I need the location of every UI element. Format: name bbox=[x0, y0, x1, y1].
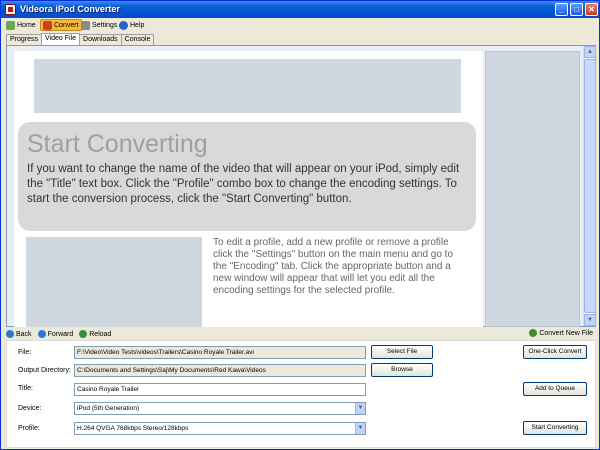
minimize-button[interactable]: _ bbox=[555, 3, 568, 16]
forward-label: Forward bbox=[47, 330, 74, 338]
file-field[interactable]: F:\Video\Video Tests\videos\Trailers\Cas… bbox=[74, 346, 366, 359]
vertical-scrollbar[interactable]: ▲ ▼ bbox=[583, 46, 596, 326]
reload-icon bbox=[79, 330, 88, 338]
chevron-down-icon[interactable]: ▼ bbox=[355, 423, 365, 434]
select-file-button[interactable]: Select File bbox=[371, 345, 433, 359]
start-converting-button[interactable]: Start Converting bbox=[523, 421, 587, 435]
banner-image bbox=[34, 59, 461, 113]
browse-button[interactable]: Browse bbox=[371, 363, 433, 377]
home-icon bbox=[6, 20, 15, 30]
help-icon bbox=[119, 20, 128, 30]
maximize-button[interactable]: □ bbox=[570, 3, 583, 16]
start-converting-callout: Start Converting If you want to change t… bbox=[18, 122, 476, 231]
forward-arrow-icon bbox=[37, 330, 46, 338]
forward-button[interactable]: Forward bbox=[37, 330, 74, 338]
right-pane-image bbox=[485, 51, 580, 327]
menu-help-label: Help bbox=[130, 21, 145, 29]
content-frame: Start Converting If you want to change t… bbox=[6, 45, 596, 327]
app-logo-icon bbox=[5, 4, 16, 15]
window-title: Videora iPod Converter bbox=[20, 4, 120, 14]
profile-help-text: To edit a profile, add a new profile or … bbox=[213, 237, 454, 296]
menu-home-label: Home bbox=[17, 21, 36, 29]
convert-new-label: Convert New File bbox=[539, 329, 593, 337]
settings-icon bbox=[81, 20, 90, 30]
output-directory-label: Output Directory: bbox=[18, 367, 71, 374]
output-directory-field[interactable]: C:\Documents and Settings\Saj\My Documen… bbox=[74, 364, 366, 377]
tab-strip: Progress Video File Downloads Console bbox=[6, 33, 155, 45]
device-select[interactable]: iPod (5th Generation) ▼ bbox=[74, 402, 366, 415]
device-value: iPod (5th Generation) bbox=[77, 405, 140, 412]
tab-downloads[interactable]: Downloads bbox=[79, 34, 122, 45]
tab-console[interactable]: Console bbox=[120, 34, 155, 45]
convert-new-icon bbox=[529, 329, 538, 337]
reload-label: Reload bbox=[89, 330, 112, 338]
convert-icon bbox=[43, 20, 52, 30]
one-click-convert-button[interactable]: One-Click Convert bbox=[523, 345, 587, 359]
file-label: File: bbox=[18, 349, 32, 356]
menu-help[interactable]: Help bbox=[117, 19, 146, 31]
info-page: Start Converting If you want to change t… bbox=[14, 51, 483, 327]
nav-toolbar: Back Forward Reload Convert New File bbox=[6, 328, 596, 340]
tab-progress[interactable]: Progress bbox=[6, 34, 43, 45]
menu-settings[interactable]: Settings bbox=[79, 19, 119, 31]
menu-convert-label: Convert bbox=[54, 21, 79, 29]
close-button[interactable]: ✕ bbox=[585, 3, 598, 16]
menu-settings-label: Settings bbox=[92, 21, 118, 29]
menu-bar: Home Convert Settings Help bbox=[1, 18, 599, 32]
page-heading: Start Converting bbox=[27, 130, 208, 158]
convert-new-file-button[interactable]: Convert New File bbox=[529, 329, 593, 337]
device-label: Device: bbox=[18, 405, 42, 412]
title-label: Title: bbox=[18, 385, 33, 392]
app-window: Videora iPod Converter _ □ ✕ Home Conver… bbox=[0, 0, 600, 450]
scroll-up-icon[interactable]: ▲ bbox=[584, 46, 596, 58]
back-label: Back bbox=[16, 330, 32, 338]
side-image bbox=[26, 237, 202, 327]
add-to-queue-button[interactable]: Add to Queue bbox=[523, 382, 587, 396]
back-button[interactable]: Back bbox=[6, 330, 32, 338]
scroll-down-icon[interactable]: ▼ bbox=[584, 314, 596, 326]
reload-button[interactable]: Reload bbox=[79, 330, 111, 338]
menu-home[interactable]: Home bbox=[4, 19, 38, 31]
conversion-form: File: F:\Video\Video Tests\videos\Traile… bbox=[6, 340, 596, 448]
menu-convert[interactable]: Convert bbox=[40, 19, 82, 31]
profile-value: H.264 QVGA 768kbps Stereo/128kbps bbox=[77, 425, 189, 432]
profile-label: Profile: bbox=[18, 425, 40, 432]
title-bar[interactable]: Videora iPod Converter _ □ ✕ bbox=[1, 1, 599, 18]
profile-select[interactable]: H.264 QVGA 768kbps Stereo/128kbps ▼ bbox=[74, 422, 366, 435]
title-input[interactable]: Casino Royale Trailer bbox=[74, 383, 366, 396]
intro-text: If you want to change the name of the vi… bbox=[27, 163, 460, 205]
back-arrow-icon bbox=[6, 330, 14, 338]
tab-video-file[interactable]: Video File bbox=[41, 33, 81, 45]
scroll-thumb[interactable] bbox=[584, 59, 596, 313]
chevron-down-icon[interactable]: ▼ bbox=[355, 403, 365, 414]
